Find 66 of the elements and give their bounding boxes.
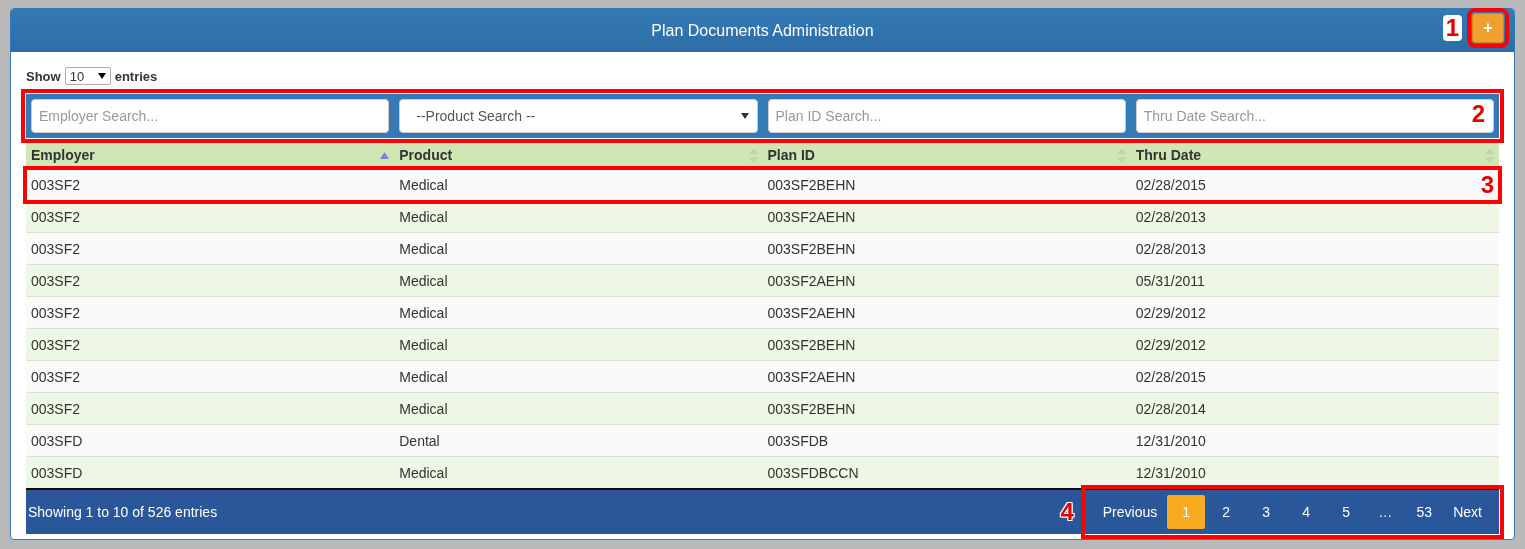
- table-cell: 003SFDBCCN: [767, 464, 859, 481]
- show-label: Show: [26, 68, 61, 84]
- table-cell: 003SF2AEHN: [767, 304, 856, 321]
- table-cell: 003SF2AEHN: [767, 272, 856, 289]
- table-cell: 003SF2: [31, 240, 81, 257]
- table-cell: 003SF2BEHN: [767, 176, 856, 193]
- table-cell: 003SF2: [31, 176, 81, 193]
- page-button[interactable]: 2: [1207, 495, 1246, 529]
- table-cell: Medical: [399, 176, 448, 193]
- page-button[interactable]: 3: [1247, 495, 1286, 529]
- table-cell: Medical: [399, 336, 448, 353]
- search-field[interactable]: Employer Search...: [31, 99, 390, 133]
- column-header[interactable]: Plan ID: [762, 142, 1131, 169]
- table-cell: 05/31/2011: [1135, 272, 1205, 289]
- pagination-ellipsis: …: [1377, 504, 1394, 520]
- callout-number: 2: [1471, 100, 1485, 128]
- table-cell: 003SF2: [31, 304, 81, 321]
- table-cell: Medical: [399, 208, 448, 225]
- column-header[interactable]: Thru Date: [1130, 142, 1499, 169]
- table-cell: 02/29/2012: [1135, 304, 1206, 321]
- table-cell: 02/28/2015: [1135, 368, 1206, 385]
- page-link[interactable]: Next: [1445, 495, 1490, 529]
- page-button[interactable]: 4: [1287, 495, 1326, 529]
- table-cell: 003SF2AEHN: [767, 368, 856, 385]
- table-cell: 02/28/2015: [1135, 176, 1206, 193]
- column-header[interactable]: Employer: [26, 142, 395, 169]
- table-cell: 02/29/2012: [1135, 336, 1206, 353]
- table-cell: 12/31/2010: [1135, 432, 1206, 449]
- search-field[interactable]: Plan ID Search...: [767, 99, 1126, 133]
- table-cell: Medical: [399, 368, 448, 385]
- entries-info: Showing 1 to 10 of 526 entries: [27, 504, 218, 520]
- table-cell: 02/28/2014: [1135, 400, 1206, 417]
- table-cell: 02/28/2013: [1135, 240, 1206, 257]
- table-cell: 003SF2: [31, 336, 81, 353]
- caret-icon: [97, 73, 106, 79]
- entries-dropdown[interactable]: 10: [64, 67, 111, 85]
- page-button[interactable]: 5: [1327, 495, 1366, 529]
- product-dropdown[interactable]: --Product Search --: [399, 99, 758, 133]
- table-cell: 003SFDB: [767, 432, 829, 449]
- callout-number: 3: [1480, 171, 1494, 198]
- table-cell: Medical: [399, 240, 448, 257]
- table-cell: 003SF2: [31, 368, 81, 385]
- column-header[interactable]: Product: [394, 142, 763, 169]
- page-button[interactable]: 53: [1405, 495, 1444, 529]
- callout-number: 4: [1060, 498, 1074, 526]
- page-link[interactable]: Previous: [1094, 495, 1166, 529]
- table-cell: 003SF2BEHN: [767, 240, 856, 257]
- caret-icon: [740, 113, 749, 119]
- table-cell: 003SF2: [31, 208, 81, 225]
- panel-title: Plan Documents Administration: [651, 21, 874, 40]
- entries-label: entries: [114, 68, 158, 84]
- table-cell: 003SF2: [31, 400, 81, 417]
- table-cell: 003SFD: [31, 464, 83, 481]
- table-cell: Medical: [399, 464, 448, 481]
- table-cell: 003SFD: [31, 432, 83, 449]
- table-cell: 003SF2: [31, 272, 81, 289]
- table-cell: Medical: [399, 304, 448, 321]
- callout-number: 1: [1442, 15, 1462, 41]
- table-cell: Dental: [399, 432, 440, 449]
- table-cell: 12/31/2010: [1135, 464, 1206, 481]
- table-cell: Medical: [399, 272, 448, 289]
- table-cell: 003SF2BEHN: [767, 400, 856, 417]
- table-cell: Medical: [399, 400, 448, 417]
- table-cell: 003SF2BEHN: [767, 336, 856, 353]
- table-cell: 003SF2AEHN: [767, 208, 856, 225]
- table-cell: 02/28/2013: [1135, 208, 1206, 225]
